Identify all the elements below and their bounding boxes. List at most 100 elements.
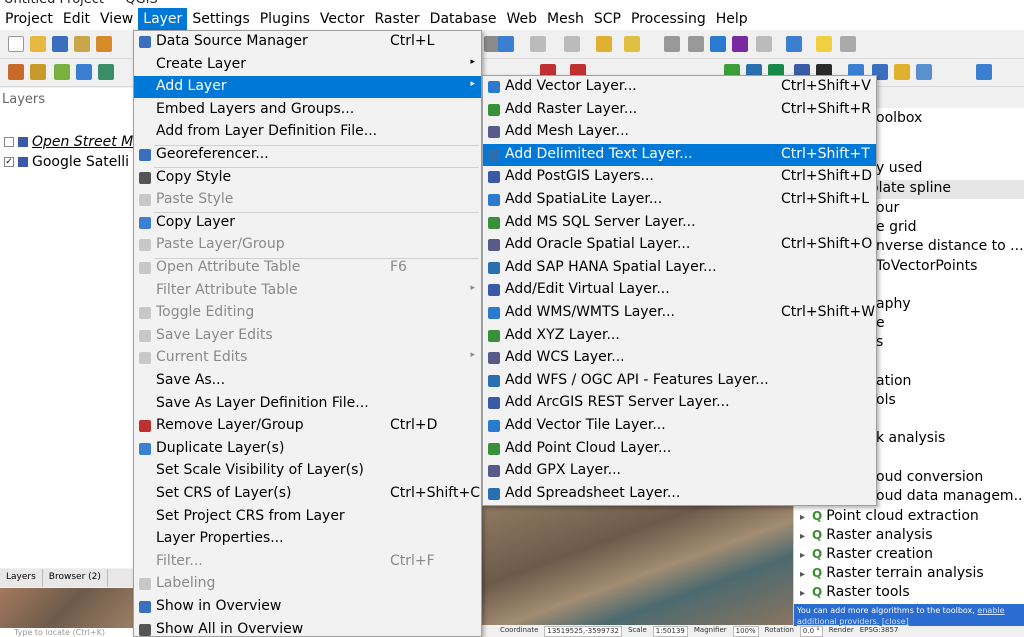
menu-item-current-edits[interactable]: Current Edits ▸ (134, 347, 481, 369)
menu-item-add-layer[interactable]: Add Layer ▸ (134, 76, 481, 99)
chart-tool-icon[interactable] (916, 64, 932, 80)
print-layout-icon[interactable] (96, 36, 112, 52)
menu-database[interactable]: Database (425, 8, 502, 30)
menu-item-copy-layer[interactable]: Copy Layer (134, 212, 481, 234)
menu-item-add-arcgis-rest-server-layer[interactable]: Add ArcGIS REST Server Layer... (483, 392, 876, 414)
annotation-icon[interactable] (816, 36, 832, 52)
menu-plugins[interactable]: Plugins (255, 8, 315, 30)
chevron-right-icon[interactable]: ▸ (800, 569, 812, 580)
menu-item-add-postgis-layers[interactable]: Add PostGIS Layers... Ctrl+Shift+D (483, 166, 876, 188)
render-checkbox[interactable]: Render (829, 626, 854, 637)
menu-item-copy-style[interactable]: Copy Style (134, 167, 481, 189)
menu-item-add-vector-tile-layer[interactable]: Add Vector Tile Layer... (483, 415, 876, 437)
menu-item-georeferencer[interactable]: Georeferencer... (134, 144, 481, 166)
menu-item-embed-layers-and-groups[interactable]: Embed Layers and Groups... (134, 99, 481, 121)
overview-map[interactable] (0, 588, 134, 628)
menu-item-add-gpx-layer[interactable]: Add GPX Layer... (483, 460, 876, 482)
edit-icon[interactable] (76, 64, 92, 80)
toolbox-partial-item[interactable]: ToVectorPoints (876, 258, 977, 277)
menu-item-add-wcs-layer[interactable]: Add WCS Layer... (483, 347, 876, 369)
toolbox-partial-item[interactable]: ols (876, 392, 896, 411)
chevron-right-icon[interactable]: ▸ (800, 588, 812, 599)
deselect-icon[interactable] (564, 36, 580, 52)
menu-item-add-raster-layer[interactable]: Add Raster Layer... Ctrl+Shift+R (483, 99, 876, 121)
menu-item-add-sap-hana-spatial-layer[interactable]: Add SAP HANA Spatial Layer... (483, 257, 876, 279)
magnifier-tool-icon[interactable] (840, 36, 856, 52)
toolbox-group-raster-creation[interactable]: ▸ Q Raster creation (800, 546, 933, 565)
menu-item-add-delimited-text-layer[interactable]: Add Delimited Text Layer... Ctrl+Shift+T (483, 143, 876, 166)
plugin2-icon[interactable] (30, 64, 46, 80)
plugin-icon[interactable] (8, 64, 24, 80)
menu-item-add-spatialite-layer[interactable]: Add SpatiaLite Layer... Ctrl+Shift+L (483, 189, 876, 211)
menu-item-duplicate-layer-s[interactable]: Duplicate Layer(s) (134, 438, 481, 460)
chevron-right-icon[interactable]: ▸ (800, 512, 812, 523)
select-icon[interactable] (530, 36, 546, 52)
toolbox-partial-item[interactable]: nverse distance to ... (876, 238, 1024, 257)
toolbox-partial-item[interactable]: e grid (876, 219, 916, 238)
menu-item-save-as[interactable]: Save As... (134, 370, 481, 392)
menu-item-filter-attribute-table[interactable]: Filter Attribute Table ▸ (134, 280, 481, 302)
scale-field[interactable]: 1:50139 (652, 626, 688, 637)
menu-web[interactable]: Web (501, 8, 542, 30)
menu-item-add-mesh-layer[interactable]: Add Mesh Layer... (483, 121, 876, 143)
new-project-icon[interactable] (8, 36, 24, 52)
processing-toolbox-icon[interactable] (710, 36, 726, 52)
menu-item-paste-style[interactable]: Paste Style (134, 189, 481, 211)
attribute-table-toolbar-icon[interactable] (756, 36, 772, 52)
menu-item-paste-layer-group[interactable]: Paste Layer/Group (134, 234, 481, 256)
menu-item-set-crs-of-layer-s[interactable]: Set CRS of Layer(s) Ctrl+Shift+C (134, 483, 481, 505)
menu-item-toggle-editing[interactable]: Toggle Editing (134, 302, 481, 324)
menu-item-labeling[interactable]: Labeling (134, 573, 481, 595)
save-as-icon[interactable] (74, 36, 90, 52)
tab-browser[interactable]: Browser (2) (43, 569, 108, 587)
toolbox-group-raster-analysis[interactable]: ▸ Q Raster analysis (800, 527, 933, 546)
identify-icon[interactable] (664, 36, 680, 52)
menu-item-save-as-layer-definition-file[interactable]: Save As Layer Definition File... (134, 393, 481, 415)
menu-item-add-spreadsheet-layer[interactable]: Add Spreadsheet Layer... (483, 483, 876, 505)
menu-item-add-point-cloud-layer[interactable]: Add Point Cloud Layer... (483, 438, 876, 460)
open-project-icon[interactable] (30, 36, 46, 52)
menu-project[interactable]: Project (0, 8, 58, 30)
menu-item-save-layer-edits[interactable]: Save Layer Edits (134, 325, 481, 347)
magnifier-field[interactable]: 100% (732, 626, 759, 637)
menu-item-open-attribute-table[interactable]: Open Attribute Table F6 (134, 257, 481, 279)
menu-item-add-wfs-ogc-api-features-layer[interactable]: Add WFS / OGC API - Features Layer... (483, 370, 876, 392)
layer-row-open-street-map[interactable]: Open Street M (0, 132, 133, 152)
toolbox-partial-item[interactable]: aphy (876, 296, 911, 315)
menu-processing[interactable]: Processing (626, 8, 711, 30)
tab-layers[interactable]: Layers (0, 569, 43, 587)
menu-item-remove-layer-group[interactable]: Remove Layer/Group Ctrl+D (134, 415, 481, 437)
menu-scp[interactable]: SCP (589, 8, 626, 30)
menu-help[interactable]: Help (711, 8, 753, 30)
menu-vector[interactable]: Vector (315, 8, 370, 30)
menu-layer[interactable]: Layer (138, 8, 188, 30)
chevron-right-icon[interactable]: ▸ (800, 550, 812, 561)
layer-checkbox[interactable]: ✓ (4, 157, 14, 167)
menu-item-add-wms-wmts-layer[interactable]: Add WMS/WMTS Layer... Ctrl+Shift+W (483, 302, 876, 324)
menu-item-create-layer[interactable]: Create Layer ▸ (134, 54, 481, 76)
coordinate-field[interactable]: 13519525,-3599732 (544, 626, 622, 637)
menu-raster[interactable]: Raster (370, 8, 425, 30)
close-note-link[interactable]: [close] (882, 617, 909, 626)
toolbox-partial-item[interactable]: ation (876, 373, 911, 392)
menu-mesh[interactable]: Mesh (542, 8, 589, 30)
toolbox-partial-item[interactable]: s (876, 334, 883, 353)
menu-item-add-oracle-spatial-layer[interactable]: Add Oracle Spatial Layer... Ctrl+Shift+O (483, 234, 876, 256)
rotation-field[interactable]: 0.0 ° (799, 626, 823, 637)
menu-item-add-xyz-layer[interactable]: Add XYZ Layer... (483, 325, 876, 347)
menu-item-set-scale-visibility-of-layer-s[interactable]: Set Scale Visibility of Layer(s) (134, 460, 481, 482)
toolbox-group-raster-tools[interactable]: ▸ Q Raster tools (800, 584, 910, 603)
digitize-icon[interactable] (54, 64, 70, 80)
toolbox-partial-item[interactable]: our (876, 200, 899, 219)
chevron-right-icon[interactable]: ▸ (800, 531, 812, 542)
toolbox-partial-item[interactable]: k analysis (876, 430, 945, 449)
statistics-icon[interactable] (732, 36, 748, 52)
select-by-value-icon[interactable] (596, 36, 612, 52)
toolbox-partial-item[interactable]: oud conversion (876, 469, 983, 488)
menu-item-add-edit-virtual-layer[interactable]: Add/Edit Virtual Layer... (483, 279, 876, 301)
menu-view[interactable]: View (95, 8, 138, 30)
menu-item-data-source-manager[interactable]: Data Source Manager Ctrl+L (134, 31, 481, 53)
map-canvas[interactable] (482, 505, 794, 625)
select-features-icon[interactable] (624, 36, 640, 52)
menu-item-filter[interactable]: Filter... Ctrl+F (134, 551, 481, 573)
